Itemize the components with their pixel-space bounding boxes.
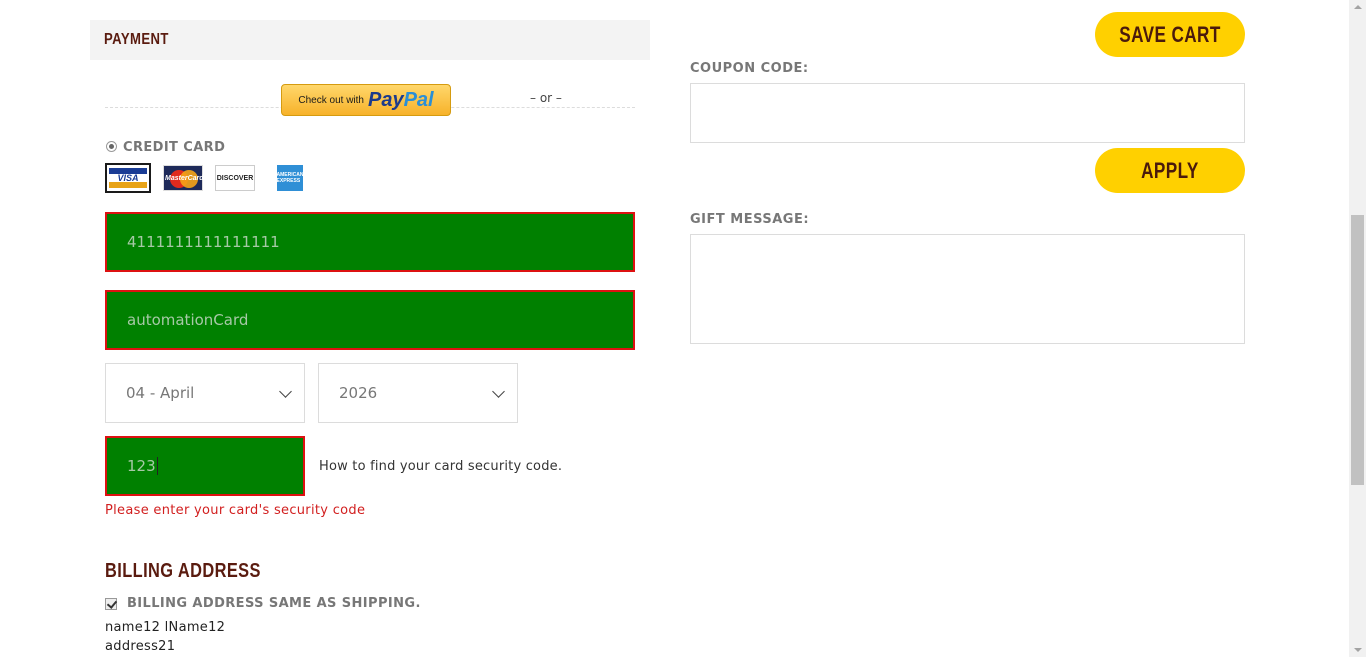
payment-title: PAYMENT bbox=[104, 31, 169, 48]
security-code-value: 123 bbox=[127, 457, 156, 475]
visa-card-icon[interactable]: VISA bbox=[105, 163, 151, 193]
billing-name: name12 lName12 bbox=[105, 620, 226, 635]
page-scrollbar[interactable] bbox=[1349, 0, 1366, 657]
billing-same-as-shipping[interactable]: BILLING ADDRESS SAME AS SHIPPING. bbox=[105, 596, 421, 611]
scroll-down-icon[interactable] bbox=[1354, 648, 1362, 652]
payment-header: PAYMENT bbox=[90, 20, 650, 60]
paypal-small-text: Check out with bbox=[298, 94, 364, 106]
apply-coupon-button[interactable]: APPLY bbox=[1095, 148, 1245, 193]
gift-message-label: GIFT MESSAGE: bbox=[690, 212, 810, 227]
paypal-logo: PayPal bbox=[367, 88, 434, 111]
apply-label: APPLY bbox=[1141, 157, 1199, 183]
expiry-year-select[interactable]: 2026 bbox=[318, 363, 518, 423]
billing-same-label: BILLING ADDRESS SAME AS SHIPPING. bbox=[127, 596, 421, 611]
card-name-value: automationCard bbox=[127, 311, 249, 329]
expiry-month-select[interactable]: 04 - April bbox=[105, 363, 305, 423]
gift-message-textarea[interactable] bbox=[690, 234, 1245, 344]
save-cart-button[interactable]: SAVE CART bbox=[1095, 12, 1245, 57]
expiry-month-value: 04 - April bbox=[126, 384, 195, 402]
chevron-down-icon bbox=[279, 385, 292, 398]
security-code-input[interactable]: 123 bbox=[105, 436, 305, 496]
credit-card-option[interactable]: CREDIT CARD bbox=[106, 138, 225, 155]
billing-address-line: address21 bbox=[105, 639, 176, 654]
mastercard-card-icon[interactable]: MasterCard bbox=[163, 165, 204, 191]
paypal-checkout-button[interactable]: Check out with PayPal bbox=[281, 84, 451, 116]
card-number-input[interactable]: 4111111111111111 bbox=[105, 212, 635, 272]
billing-address-title: BILLING ADDRESS bbox=[105, 560, 261, 582]
text-caret bbox=[156, 457, 158, 475]
or-separator: – or – bbox=[528, 91, 564, 105]
coupon-code-label: COUPON CODE: bbox=[690, 61, 809, 76]
discover-card-icon[interactable]: DISCOVER bbox=[215, 165, 255, 191]
radio-selected-icon[interactable] bbox=[106, 141, 117, 152]
card-logos: VISA MasterCard DISCOVER AMERICAN EXPRES… bbox=[105, 163, 303, 193]
scrollbar-thumb[interactable] bbox=[1351, 215, 1364, 485]
checkbox-checked-icon[interactable] bbox=[105, 597, 117, 610]
coupon-code-input[interactable] bbox=[690, 83, 1245, 143]
card-name-input[interactable]: automationCard bbox=[105, 290, 635, 350]
card-number-value: 4111111111111111 bbox=[127, 233, 280, 251]
save-cart-label: SAVE CART bbox=[1119, 21, 1221, 47]
credit-card-label: CREDIT CARD bbox=[123, 140, 226, 155]
security-code-error: Please enter your card's security code bbox=[105, 503, 366, 518]
expiry-year-value: 2026 bbox=[339, 384, 378, 402]
amex-card-icon[interactable]: AMERICAN EXPRESS bbox=[277, 165, 303, 191]
chevron-down-icon bbox=[492, 385, 505, 398]
security-code-help-link[interactable]: How to find your card security code. bbox=[319, 459, 562, 474]
scroll-up-icon[interactable] bbox=[1354, 5, 1362, 9]
